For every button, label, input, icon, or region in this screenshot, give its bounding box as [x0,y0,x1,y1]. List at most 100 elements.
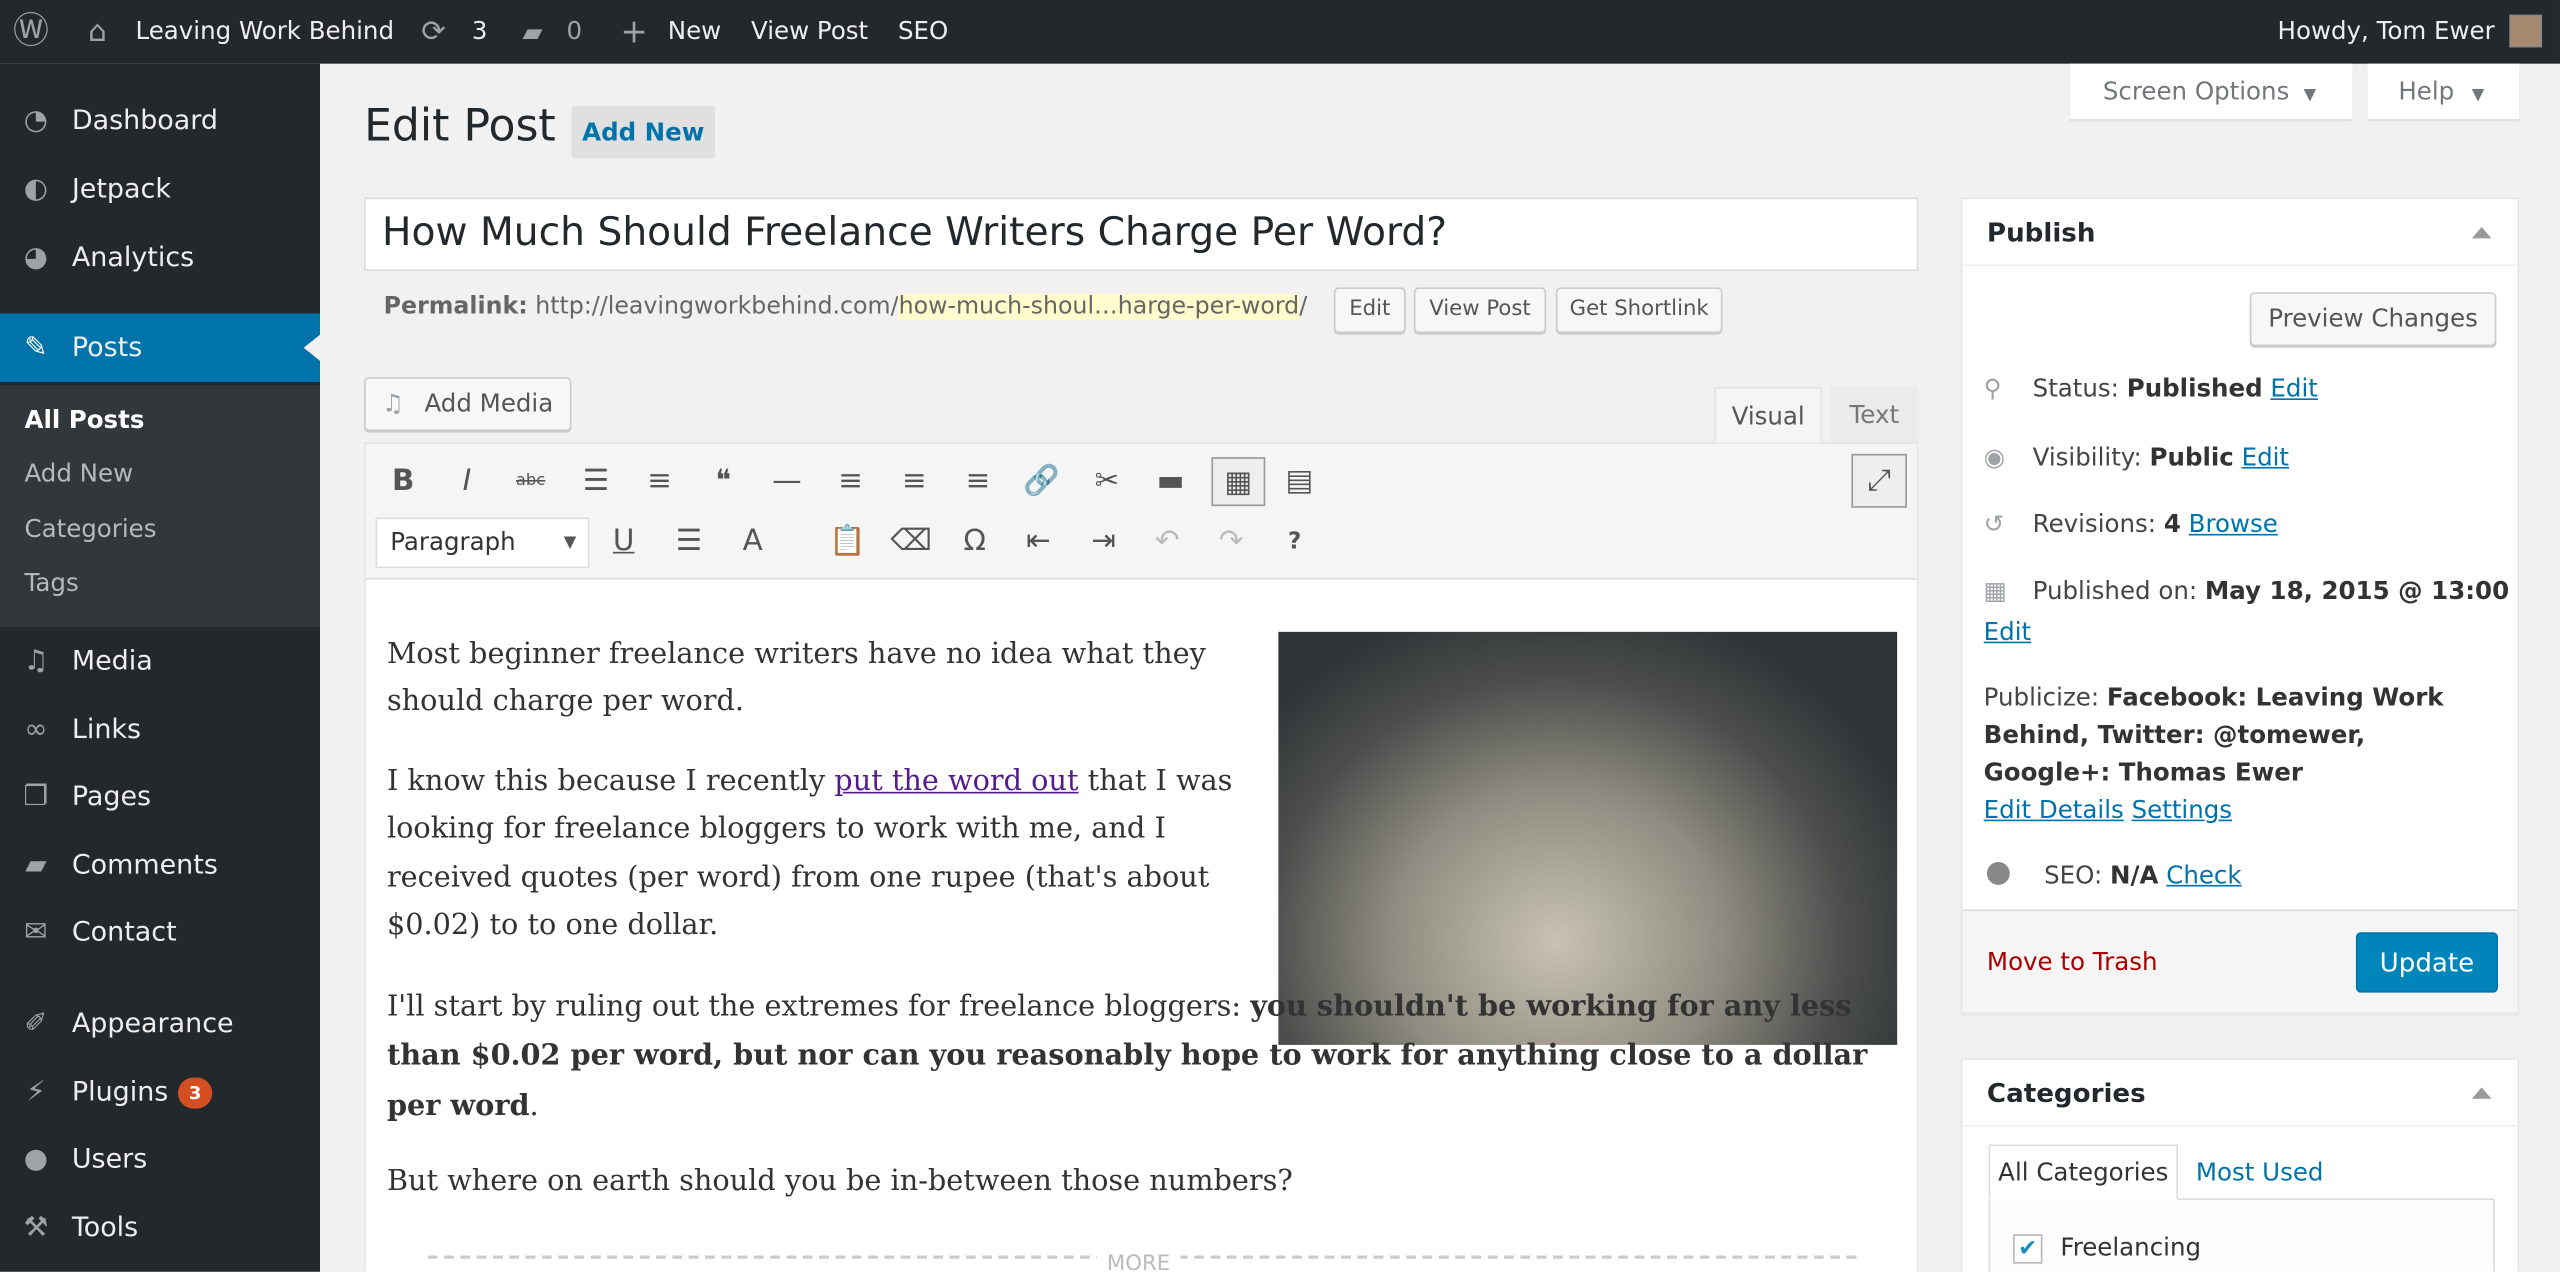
sidebar-item-plugins[interactable]: ⚡ Plugins 3 [0,1063,320,1122]
sidebar-item-contact[interactable]: ✉ Contact [0,903,320,962]
underline-icon[interactable]: U [599,518,648,567]
italic-icon[interactable]: I [442,457,491,506]
clear-formatting-icon[interactable]: ⌫ [887,518,936,567]
seo-link[interactable]: SEO [898,0,948,64]
text-color-icon[interactable]: A [728,518,777,567]
sidebar-item-comments[interactable]: ▰ Comments [0,836,320,895]
collapse-arrow-icon[interactable] [2471,1087,2492,1099]
edit-status-link[interactable]: Edit [2270,374,2317,403]
distraction-free-icon[interactable]: ▤ [1275,457,1324,506]
tab-text[interactable]: Text [1830,386,1919,443]
comments-count[interactable]: 0 [567,0,583,64]
get-shortlink-button[interactable]: Get Shortlink [1555,287,1723,334]
submenu-item-all-posts[interactable]: All Posts [24,405,144,434]
edit-details-link[interactable]: Edit Details [1984,795,2124,824]
new-link[interactable]: New [668,0,721,64]
sidebar-item-analytics[interactable]: ◕ Analytics [0,229,320,288]
browse-revisions-link[interactable]: Browse [2189,509,2278,538]
preview-changes-button[interactable]: Preview Changes [2249,292,2497,347]
move-to-trash-link[interactable]: Move to Trash [1987,947,2158,976]
view-post-button[interactable]: View Post [1413,287,1547,334]
tab-most-used[interactable]: Most Used [2196,1144,2324,1200]
permalink-base: http://leavingworkbehind.com/ [535,293,899,320]
special-character-icon[interactable]: Ω [950,518,999,567]
sidebar-item-label: Pages [71,780,152,812]
published-date: May 18, 2015 @ 13:00 [2204,576,2510,606]
avatar[interactable] [2509,14,2543,48]
screen-options-tab[interactable]: Screen Options ▼ [2070,63,2353,120]
align-left-icon[interactable]: ≡ [826,457,875,506]
edit-date-link[interactable]: Edit [1984,617,2031,646]
sidebar-item-jetpack[interactable]: ◐ Jetpack [0,160,320,219]
edit-permalink-button[interactable]: Edit [1333,287,1406,334]
align-right-icon[interactable]: ≡ [953,457,1002,506]
sidebar-item-dashboard[interactable]: ◔ Dashboard [0,91,320,150]
plus-icon[interactable]: + [620,0,647,64]
tab-visual[interactable]: Visual [1714,386,1823,445]
link-icon[interactable]: 🔗 [1017,457,1066,506]
put-the-word-out-link[interactable]: put the word out [834,766,1078,799]
paragraph-4: But where on earth should you be in-betw… [386,1165,1293,1199]
format-select[interactable]: Paragraph ▼ [375,517,590,569]
categories-header[interactable]: Categories [1962,1060,2518,1127]
update-button[interactable]: Update [2355,932,2498,993]
submenu-item-add-new[interactable]: Add New [24,459,133,488]
updates-count[interactable]: 3 [472,0,488,64]
align-center-icon[interactable]: ≡ [890,457,939,506]
site-name-link[interactable]: Leaving Work Behind [136,0,394,64]
help-icon[interactable]: ? [1270,518,1319,567]
status-row: ⚲ Status: Published Edit [1984,374,2318,403]
add-new-button[interactable]: Add New [571,106,716,159]
outdent-icon[interactable]: ⇤ [1014,518,1063,567]
comments-icon[interactable]: ▰ [522,0,542,64]
more-label: MORE [1097,1240,1180,1272]
sidebar-item-pages[interactable]: ❐ Pages [0,767,320,826]
paste-text-icon[interactable]: 📋 [823,518,872,567]
blockquote-icon[interactable]: ❝ [699,457,748,506]
sidebar-item-tools[interactable]: ⚒ Tools [0,1198,320,1257]
justify-icon[interactable]: ☰ [664,518,713,567]
unlink-icon[interactable]: ✂ [1082,457,1131,506]
updates-icon[interactable]: ⟳ [421,0,446,64]
sidebar-item-links[interactable]: ∞ Links [0,700,320,759]
indent-icon[interactable]: ⇥ [1079,518,1128,567]
publish-header[interactable]: Publish [1962,199,2518,267]
howdy-link[interactable]: Howdy, Tom Ewer [2278,0,2495,64]
sidebar-item-users[interactable]: ● Users [0,1130,320,1189]
help-tab[interactable]: Help ▼ [2367,63,2520,120]
seo-check-link[interactable]: Check [2166,860,2241,889]
submenu-item-tags[interactable]: Tags [24,568,78,597]
pin-icon: ⚲ [1983,373,2002,404]
category-label: Freelancing [2060,1232,2202,1263]
editor-content[interactable]: Most beginner freelance writers have no … [366,581,1917,1272]
submenu-item-categories[interactable]: Categories [24,514,156,543]
fullscreen-icon[interactable]: ⤢ [1851,453,1907,508]
seo-status-dot-icon [1986,862,2010,885]
permalink-slug[interactable]: how-much-shoul…harge-per-word [898,293,1300,320]
sidebar-item-posts[interactable]: ✎ Posts [0,318,320,377]
wordpress-logo-icon[interactable]: Ⓦ [13,0,49,64]
settings-link[interactable]: Settings [2132,795,2232,824]
publish-title: Publish [1986,217,2096,249]
bullet-list-icon[interactable]: ☰ [571,457,620,506]
sidebar-item-media[interactable]: ♫ Media [0,632,320,691]
bold-icon[interactable]: B [379,457,428,506]
edit-visibility-link[interactable]: Edit [2242,442,2289,471]
sidebar-item-appearance[interactable]: ✐ Appearance [0,994,320,1053]
toolbar-toggle-icon[interactable]: ▦ [1211,457,1266,507]
strikethrough-icon[interactable]: abc [506,457,555,506]
undo-icon[interactable]: ↶ [1143,518,1192,567]
revisions-count: 4 [2163,509,2181,539]
add-media-button[interactable]: ♫ Add Media [364,377,572,432]
collapse-arrow-icon[interactable] [2471,226,2492,239]
category-checkbox[interactable]: ✔ [2013,1234,2043,1264]
post-title-input[interactable]: How Much Should Freelance Writers Charge… [364,197,1919,272]
revisions-row: ↺ Revisions: 4 Browse [1984,509,2278,538]
redo-icon[interactable]: ↷ [1207,518,1256,567]
sidebar-item-label: Posts [71,331,143,363]
tab-all-categories[interactable]: All Categories [1988,1144,2178,1200]
numbered-list-icon[interactable]: ≡ [635,457,684,506]
view-post-link[interactable]: View Post [751,0,868,64]
horizontal-rule-icon[interactable]: — [762,457,811,506]
read-more-icon[interactable]: ▬ [1146,457,1195,506]
